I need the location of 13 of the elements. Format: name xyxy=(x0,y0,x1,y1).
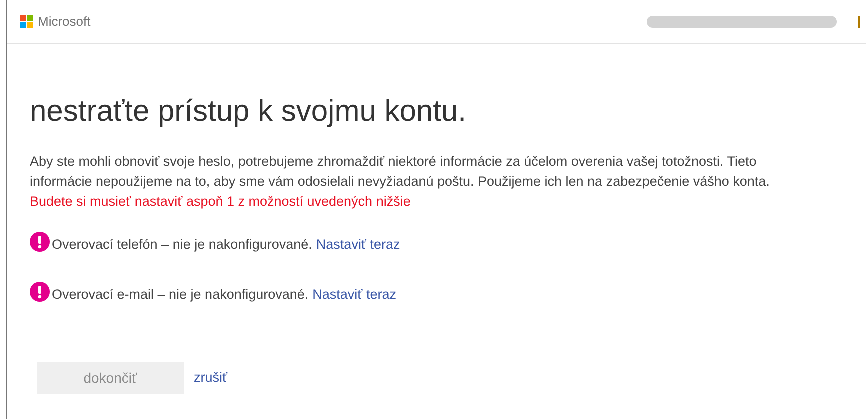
setup-link[interactable]: Nastaviť teraz xyxy=(316,234,400,255)
cursor-mark xyxy=(858,16,860,28)
alert-icon xyxy=(30,232,50,252)
method-status: Overovací telefón – nie je nakonfigurované. xyxy=(52,236,312,254)
warning-text: Budete si musieť nastaviť aspoň 1 z možností uvedených nižšie xyxy=(30,193,411,211)
logo-icon xyxy=(20,15,33,28)
brand-name: Microsoft xyxy=(38,12,91,31)
alert-icon xyxy=(30,282,50,302)
method-status: Overovací e-mail – nie je nakonfigurované. xyxy=(52,286,309,304)
intro-text: Aby ste mohli obnoviť svoje heslo, potrebujeme zhromaždiť niektoré informácie za účelom overenia vašej totožnosti. Tieto informácie nepoužijeme na to, aby sme vám odosielali nevyžiadanú poštu. Použijeme ich len na zabezpečenie vášho konta. xyxy=(30,153,771,191)
page-title: nestraťte prístup k svojmu kontu. xyxy=(30,94,466,130)
cancel-link[interactable]: zrušiť xyxy=(194,368,228,388)
setup-link[interactable]: Nastaviť teraz xyxy=(312,284,396,305)
